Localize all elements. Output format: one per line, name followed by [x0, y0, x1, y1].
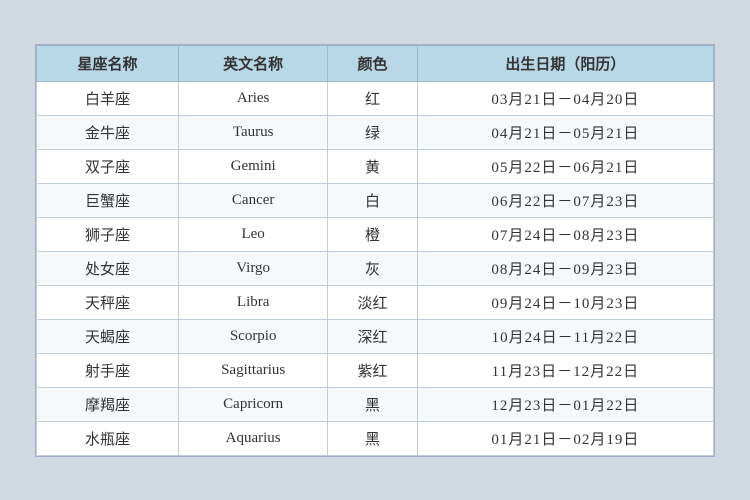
table-row: 狮子座Leo橙07月24日－08月23日: [37, 217, 714, 251]
cell-dates: 05月22日－06月21日: [417, 149, 713, 183]
table-row: 金牛座Taurus绿04月21日－05月21日: [37, 115, 714, 149]
cell-english-name: Cancer: [179, 183, 328, 217]
header-english-name: 英文名称: [179, 45, 328, 81]
cell-dates: 01月21日－02月19日: [417, 421, 713, 455]
cell-english-name: Leo: [179, 217, 328, 251]
table-row: 巨蟹座Cancer白06月22日－07月23日: [37, 183, 714, 217]
cell-color: 白: [328, 183, 417, 217]
cell-english-name: Aquarius: [179, 421, 328, 455]
cell-dates: 10月24日－11月22日: [417, 319, 713, 353]
cell-color: 淡红: [328, 285, 417, 319]
cell-english-name: Capricorn: [179, 387, 328, 421]
header-dates: 出生日期（阳历）: [417, 45, 713, 81]
cell-english-name: Sagittarius: [179, 353, 328, 387]
cell-english-name: Taurus: [179, 115, 328, 149]
cell-dates: 07月24日－08月23日: [417, 217, 713, 251]
cell-color: 黑: [328, 421, 417, 455]
cell-dates: 12月23日－01月22日: [417, 387, 713, 421]
header-color: 颜色: [328, 45, 417, 81]
cell-english-name: Gemini: [179, 149, 328, 183]
cell-dates: 03月21日－04月20日: [417, 81, 713, 115]
cell-chinese-name: 处女座: [37, 251, 179, 285]
cell-dates: 08月24日－09月23日: [417, 251, 713, 285]
cell-english-name: Scorpio: [179, 319, 328, 353]
table-row: 摩羯座Capricorn黑12月23日－01月22日: [37, 387, 714, 421]
table-row: 双子座Gemini黄05月22日－06月21日: [37, 149, 714, 183]
cell-dates: 11月23日－12月22日: [417, 353, 713, 387]
cell-color: 红: [328, 81, 417, 115]
cell-chinese-name: 狮子座: [37, 217, 179, 251]
cell-color: 紫红: [328, 353, 417, 387]
table-row: 水瓶座Aquarius黑01月21日－02月19日: [37, 421, 714, 455]
cell-chinese-name: 双子座: [37, 149, 179, 183]
cell-english-name: Libra: [179, 285, 328, 319]
table-row: 天蝎座Scorpio深红10月24日－11月22日: [37, 319, 714, 353]
table-row: 射手座Sagittarius紫红11月23日－12月22日: [37, 353, 714, 387]
zodiac-table: 星座名称 英文名称 颜色 出生日期（阳历） 白羊座Aries红03月21日－04…: [35, 44, 715, 457]
cell-chinese-name: 天秤座: [37, 285, 179, 319]
table-row: 白羊座Aries红03月21日－04月20日: [37, 81, 714, 115]
cell-chinese-name: 摩羯座: [37, 387, 179, 421]
cell-color: 黄: [328, 149, 417, 183]
cell-color: 绿: [328, 115, 417, 149]
cell-dates: 09月24日－10月23日: [417, 285, 713, 319]
cell-chinese-name: 射手座: [37, 353, 179, 387]
cell-chinese-name: 巨蟹座: [37, 183, 179, 217]
cell-english-name: Virgo: [179, 251, 328, 285]
cell-chinese-name: 天蝎座: [37, 319, 179, 353]
cell-color: 黑: [328, 387, 417, 421]
cell-dates: 04月21日－05月21日: [417, 115, 713, 149]
cell-color: 灰: [328, 251, 417, 285]
table-row: 处女座Virgo灰08月24日－09月23日: [37, 251, 714, 285]
cell-dates: 06月22日－07月23日: [417, 183, 713, 217]
cell-color: 深红: [328, 319, 417, 353]
table-row: 天秤座Libra淡红09月24日－10月23日: [37, 285, 714, 319]
cell-chinese-name: 水瓶座: [37, 421, 179, 455]
cell-chinese-name: 白羊座: [37, 81, 179, 115]
cell-english-name: Aries: [179, 81, 328, 115]
header-chinese-name: 星座名称: [37, 45, 179, 81]
table-header-row: 星座名称 英文名称 颜色 出生日期（阳历）: [37, 45, 714, 81]
cell-color: 橙: [328, 217, 417, 251]
cell-chinese-name: 金牛座: [37, 115, 179, 149]
